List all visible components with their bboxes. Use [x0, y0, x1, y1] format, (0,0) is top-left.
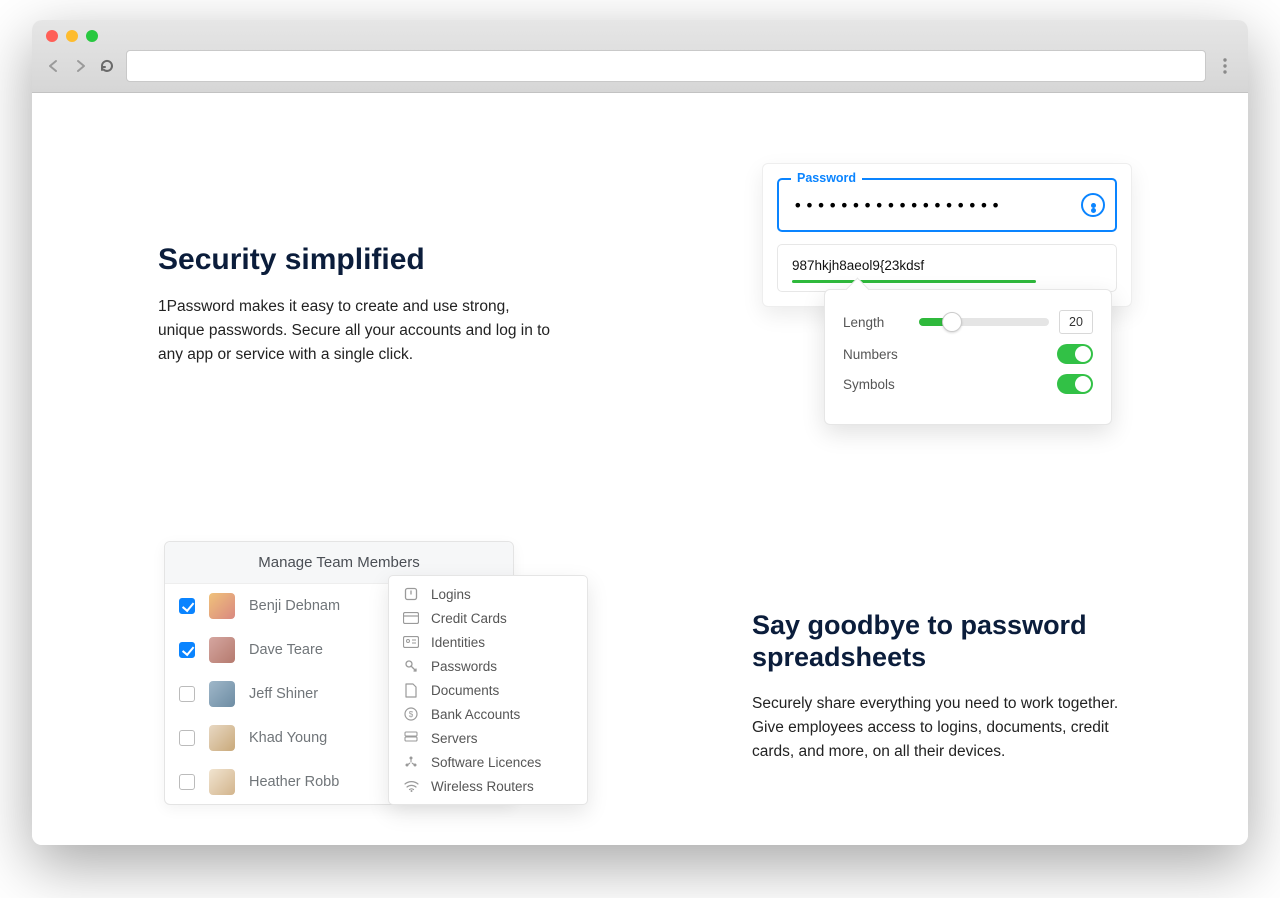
- password-generator-popover: Length 20 Numbers Symbols: [824, 289, 1112, 425]
- maximize-window-icon[interactable]: [86, 30, 98, 42]
- forward-button[interactable]: [72, 58, 88, 74]
- category-item-documents[interactable]: Documents: [389, 678, 587, 702]
- app-icon: [403, 754, 419, 770]
- server-icon: [403, 730, 419, 746]
- category-label: Passwords: [431, 659, 497, 674]
- length-slider[interactable]: [919, 318, 1049, 326]
- section1-body: 1Password makes it easy to create and us…: [158, 295, 558, 367]
- address-bar[interactable]: [126, 50, 1206, 82]
- avatar-icon: [209, 637, 235, 663]
- slider-thumb-icon[interactable]: [942, 312, 962, 332]
- document-icon: [403, 682, 419, 698]
- password-field-panel: Password •••••••••••••••••• 987hkjh8aeol…: [762, 163, 1132, 307]
- symbols-toggle[interactable]: [1057, 374, 1093, 394]
- login-icon: [403, 586, 419, 602]
- spreadsheets-section: Say goodbye to password spreadsheets Sec…: [752, 609, 1132, 764]
- length-row: Length 20: [843, 310, 1093, 334]
- member-name: Khad Young: [249, 730, 327, 746]
- svg-text:$: $: [409, 710, 414, 719]
- section2-body: Securely share everything you need to wo…: [752, 692, 1132, 764]
- category-label: Servers: [431, 731, 478, 746]
- numbers-row: Numbers: [843, 344, 1093, 364]
- minimize-window-icon[interactable]: [66, 30, 78, 42]
- category-label: Bank Accounts: [431, 707, 520, 722]
- identity-icon: [403, 634, 419, 650]
- generated-password-box[interactable]: 987hkjh8aeol9{23kdsf: [777, 244, 1117, 292]
- avatar-icon: [209, 725, 235, 751]
- category-label: Credit Cards: [431, 611, 507, 626]
- password-masked-value: ••••••••••••••••••: [793, 196, 1002, 215]
- symbols-label: Symbols: [843, 377, 895, 392]
- numbers-label: Numbers: [843, 347, 898, 362]
- onepassword-icon[interactable]: [1081, 193, 1105, 217]
- category-label: Wireless Routers: [431, 779, 534, 794]
- back-button[interactable]: [46, 58, 62, 74]
- browser-frame: Security simplified 1Password makes it e…: [32, 20, 1248, 845]
- section1-heading: Security simplified: [158, 243, 558, 277]
- section2-heading: Say goodbye to password spreadsheets: [752, 609, 1132, 674]
- category-item-wireless-routers[interactable]: Wireless Routers: [389, 774, 587, 798]
- category-item-passwords[interactable]: Passwords: [389, 654, 587, 678]
- security-simplified-section: Security simplified 1Password makes it e…: [158, 243, 558, 367]
- member-checkbox[interactable]: [179, 598, 195, 614]
- reload-button[interactable]: [98, 57, 116, 75]
- page-content: Security simplified 1Password makes it e…: [32, 93, 1248, 845]
- length-value[interactable]: 20: [1059, 310, 1093, 334]
- close-window-icon[interactable]: [46, 30, 58, 42]
- member-checkbox[interactable]: [179, 730, 195, 746]
- category-item-identities[interactable]: Identities: [389, 630, 587, 654]
- credit-card-icon: [403, 610, 419, 626]
- category-item-logins[interactable]: Logins: [389, 582, 587, 606]
- member-name: Heather Robb: [249, 774, 339, 790]
- category-label: Logins: [431, 587, 471, 602]
- categories-popover: Logins Credit Cards Identities Passwords: [388, 575, 588, 805]
- more-menu-icon[interactable]: [1216, 52, 1234, 80]
- category-item-servers[interactable]: Servers: [389, 726, 587, 750]
- avatar-icon: [209, 593, 235, 619]
- category-label: Identities: [431, 635, 485, 650]
- category-item-software-licences[interactable]: Software Licences: [389, 750, 587, 774]
- password-strength-bar: [792, 280, 1036, 283]
- member-checkbox[interactable]: [179, 686, 195, 702]
- category-label: Software Licences: [431, 755, 541, 770]
- member-name: Dave Teare: [249, 642, 323, 658]
- password-input[interactable]: Password ••••••••••••••••••: [777, 178, 1117, 232]
- numbers-toggle[interactable]: [1057, 344, 1093, 364]
- password-field-label: Password: [791, 171, 862, 185]
- member-name: Jeff Shiner: [249, 686, 318, 702]
- avatar-icon: [209, 769, 235, 795]
- category-item-credit-cards[interactable]: Credit Cards: [389, 606, 587, 630]
- category-label: Documents: [431, 683, 499, 698]
- browser-chrome: [32, 20, 1248, 93]
- wifi-icon: [403, 778, 419, 794]
- generated-password-value: 987hkjh8aeol9{23kdsf: [792, 258, 924, 273]
- category-item-bank-accounts[interactable]: $ Bank Accounts: [389, 702, 587, 726]
- window-controls: [46, 30, 1234, 42]
- avatar-icon: [209, 681, 235, 707]
- length-label: Length: [843, 315, 884, 330]
- key-icon: [403, 658, 419, 674]
- member-name: Benji Debnam: [249, 598, 340, 614]
- member-checkbox[interactable]: [179, 774, 195, 790]
- symbols-row: Symbols: [843, 374, 1093, 394]
- bank-icon: $: [403, 706, 419, 722]
- member-checkbox[interactable]: [179, 642, 195, 658]
